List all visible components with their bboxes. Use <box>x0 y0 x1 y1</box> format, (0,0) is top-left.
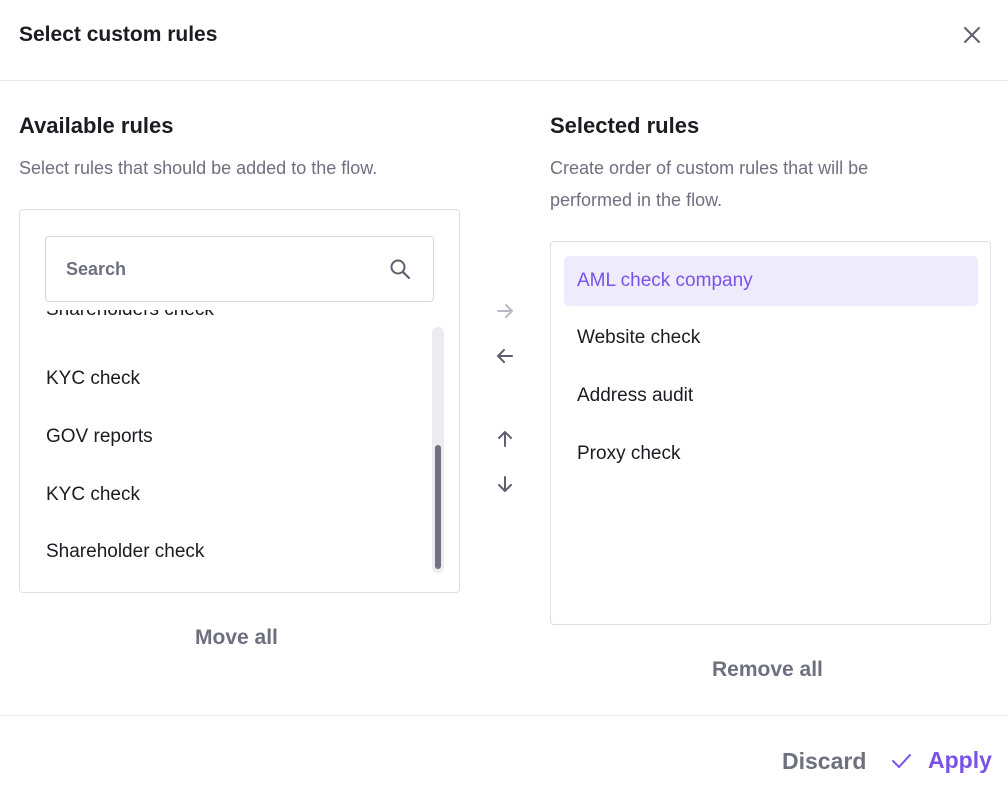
dialog-footer: Discard Apply <box>0 715 1008 796</box>
close-button[interactable] <box>958 21 986 49</box>
discard-button[interactable]: Discard <box>782 748 866 775</box>
list-item[interactable]: GOV reports <box>46 425 153 449</box>
scrollbar[interactable] <box>432 327 444 573</box>
list-item[interactable]: Website check <box>564 313 978 363</box>
list-item[interactable]: Shareholder check <box>46 540 204 564</box>
move-left-button[interactable] <box>492 343 518 369</box>
list-item[interactable]: Shareholders check <box>46 310 214 322</box>
search-input[interactable] <box>46 237 376 301</box>
dialog-header: Select custom rules <box>0 0 1008 81</box>
available-rules-title: Available rules <box>19 113 174 138</box>
dialog-title: Select custom rules <box>19 23 218 46</box>
selected-rules-description-line: Create order of custom rules that will b… <box>550 158 869 178</box>
arrow-left-icon <box>497 349 513 363</box>
selected-rules-description: Create order of custom rules that will b… <box>550 152 868 216</box>
check-icon <box>892 753 911 768</box>
remove-all-button[interactable]: Remove all <box>712 658 823 682</box>
arrow-down-icon <box>498 476 512 492</box>
list-item[interactable]: KYC check <box>46 367 140 391</box>
available-rules-description: Select rules that should be added to the… <box>19 158 378 178</box>
apply-label: Apply <box>928 747 992 773</box>
selected-rules-panel: AML check company Website check Address … <box>550 241 991 625</box>
available-rules-panel: Shareholders check KYC check GOV reports… <box>19 209 460 593</box>
list-item[interactable]: Address audit <box>564 371 978 421</box>
close-icon <box>964 27 980 43</box>
list-item-selected[interactable]: AML check company <box>564 256 978 306</box>
move-all-button[interactable]: Move all <box>195 626 278 650</box>
arrow-right-icon <box>497 304 513 318</box>
list-item[interactable]: KYC check <box>46 483 140 507</box>
move-right-button[interactable] <box>492 298 518 324</box>
selected-rules-title: Selected rules <box>550 113 700 138</box>
list-item[interactable]: Proxy check <box>564 429 978 479</box>
scrollbar-thumb[interactable] <box>435 445 441 569</box>
move-up-button[interactable] <box>492 426 518 452</box>
available-rules-list: Shareholders check KYC check GOV reports… <box>21 310 429 580</box>
arrow-up-icon <box>498 431 512 447</box>
move-down-button[interactable] <box>492 471 518 497</box>
selected-rules-description-line: performed in the flow. <box>550 190 723 210</box>
apply-button[interactable]: Apply <box>890 747 992 774</box>
search-icon[interactable] <box>388 257 412 281</box>
search-box <box>45 236 434 302</box>
